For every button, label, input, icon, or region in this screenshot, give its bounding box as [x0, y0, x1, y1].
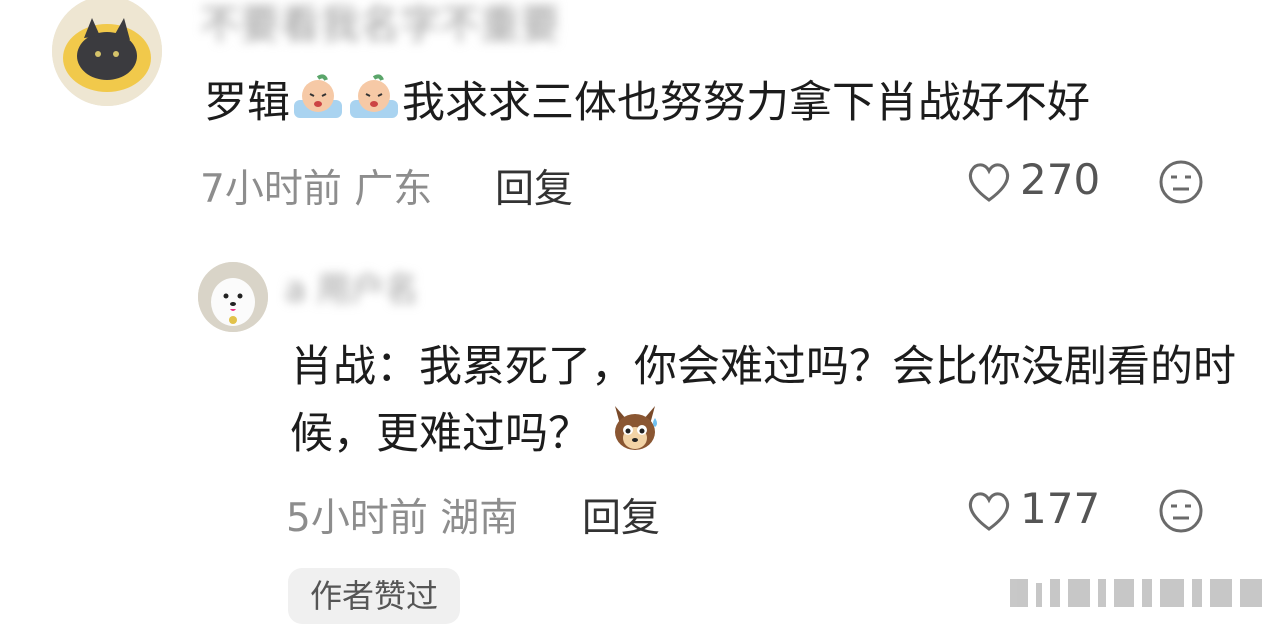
crying-emoji-icon: [290, 73, 346, 139]
author-liked-badge: 作者赞过: [288, 568, 461, 624]
heart-icon[interactable]: [966, 161, 1012, 203]
avatar[interactable]: [198, 262, 268, 332]
heart-icon[interactable]: [966, 490, 1012, 532]
comment-meta: 7小时前 广东: [200, 158, 432, 214]
username[interactable]: a 用户名: [285, 262, 419, 311]
comment-location: 广东: [354, 167, 433, 212]
comment-location: 湖南: [440, 496, 519, 541]
reply-button[interactable]: 回复: [495, 158, 573, 214]
like-count: 270: [1020, 155, 1101, 204]
username[interactable]: 不要看我名字不重要: [200, 0, 560, 50]
crying-emoji-icon: [346, 73, 402, 139]
dog-sweat-emoji-icon: [605, 400, 665, 473]
comment-text: 罗辑 我求求三体也努努力拿下肖战好不好: [204, 70, 1090, 139]
neutral-face-icon[interactable]: [1158, 488, 1204, 534]
comment-text: 肖战：我累死了，你会难过吗？会比你没剧看的时候，更难过吗？: [290, 334, 1250, 473]
comment-text-start: 罗辑: [204, 78, 290, 128]
comment-time: 7小时前: [200, 167, 342, 212]
reply-button[interactable]: 回复: [582, 487, 660, 543]
avatar[interactable]: [52, 0, 162, 106]
comment-meta: 5小时前 湖南: [286, 487, 518, 543]
comment-text-body: 肖战：我累死了，你会难过吗？会比你没剧看的时候，更难过吗？: [290, 342, 1236, 459]
neutral-face-icon[interactable]: [1158, 159, 1204, 205]
like-count: 177: [1020, 484, 1101, 533]
comment-text-end: 我求求三体也努努力拿下肖战好不好: [402, 78, 1090, 128]
comment-time: 5小时前: [286, 496, 428, 541]
watermark: [1010, 575, 1265, 611]
